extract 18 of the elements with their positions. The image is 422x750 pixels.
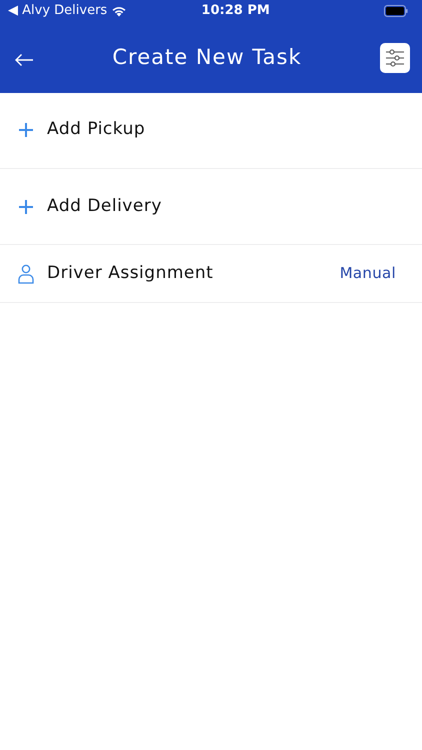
battery-icon: [384, 5, 408, 17]
assignment-mode-value: Manual: [340, 263, 396, 284]
row-label: Driver Assignment: [47, 262, 214, 285]
status-time: 10:28 PM: [201, 2, 270, 20]
person-icon: [18, 264, 34, 284]
plus-icon: [18, 122, 34, 138]
settings-icon: [384, 48, 405, 66]
row-label: Add Pickup: [47, 118, 146, 141]
back-to-app-link[interactable]: ◀ Alvy Delivers: [8, 1, 108, 21]
list-row[interactable]: Driver Assignment Manual: [0, 245, 422, 303]
settings-button[interactable]: [380, 42, 410, 72]
row-label: Add Delivery: [47, 194, 163, 218]
plus-icon: [18, 198, 34, 214]
back-arrow-icon: [14, 53, 34, 68]
list-row[interactable]: Add Delivery: [0, 169, 422, 245]
wifi-icon: [111, 5, 128, 17]
screen-title: Create New Task: [112, 44, 302, 71]
list-row[interactable]: Add Pickup: [0, 93, 422, 169]
